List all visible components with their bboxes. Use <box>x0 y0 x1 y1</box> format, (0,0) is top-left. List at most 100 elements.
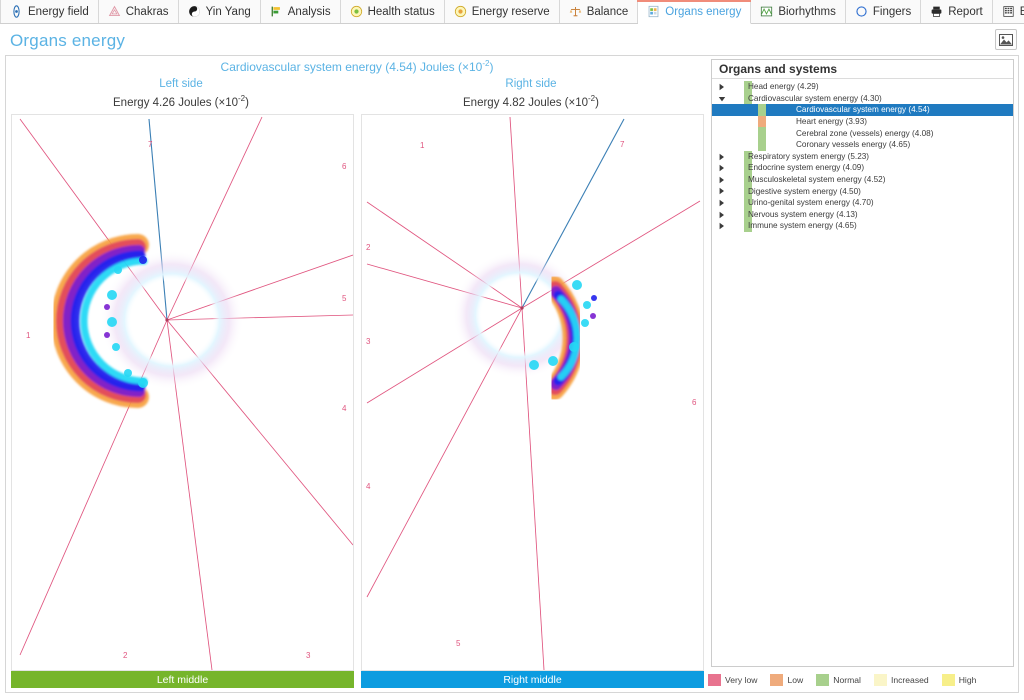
tree-row[interactable]: Heart energy (3.93) <box>712 116 1013 128</box>
tab-label: Energy field <box>28 6 89 18</box>
left-chart-panel: Left side Energy 4.26 Joules (×10-2) <box>6 78 356 692</box>
chevron-right-icon[interactable] <box>718 176 726 184</box>
tree-row-label: Cardiovascular system energy (4.30) <box>748 94 882 103</box>
balance-icon <box>569 5 582 18</box>
right-sector-numbers: 1 2 3 4 5 6 7 <box>366 140 697 648</box>
tree-row[interactable]: Cerebral zone (vessels) energy (4.08) <box>712 127 1013 139</box>
svg-text:2: 2 <box>366 243 371 252</box>
tab-chakras[interactable]: Chakras <box>99 0 179 23</box>
chevron-right-icon[interactable] <box>718 164 726 172</box>
tab-label: Balance <box>587 6 629 18</box>
tree-row[interactable]: Head energy (4.29) <box>712 81 1013 93</box>
status-color-bar <box>758 139 766 151</box>
tree-row-label: Nervous system energy (4.13) <box>748 210 858 219</box>
tab-export-to-csv[interactable]: Export to CSV <box>993 0 1024 23</box>
legend-item: Increased <box>874 674 929 686</box>
app-root: Energy field ChakrasYin Yang Analysis Healt… <box>0 0 1024 700</box>
tab-energy-reserve[interactable]: Energy reserve <box>445 0 560 23</box>
tab-label: Health status <box>368 6 435 18</box>
chevron-down-icon[interactable] <box>718 95 726 103</box>
charts-region: Cardiovascular system energy (4.54) Joul… <box>6 56 708 692</box>
legend-label: High <box>959 675 977 685</box>
biorhythms-icon <box>760 5 773 18</box>
svg-text:1: 1 <box>420 141 425 150</box>
tree-row[interactable]: Cardiovascular system energy (4.30) <box>712 93 1013 105</box>
analysis-icon <box>270 5 283 18</box>
chakras-icon <box>108 5 121 18</box>
legend-item: High <box>942 674 977 686</box>
right-sector-rays <box>367 117 700 670</box>
tree-row-label: Cerebral zone (vessels) energy (4.08) <box>796 129 933 138</box>
left-energy-suffix: ) <box>245 97 249 109</box>
tab-biorhythms[interactable]: Biorhythms <box>751 0 846 23</box>
tab-organs-energy[interactable]: Organs energy <box>638 0 751 24</box>
tree-row[interactable]: Coronary vessels energy (4.65) <box>712 139 1013 151</box>
right-energy-label: Energy 4.82 Joules (×10-2) <box>356 94 706 109</box>
right-middle-button[interactable]: Right middle <box>361 671 704 688</box>
svg-text:3: 3 <box>366 337 371 346</box>
energy-reserve-icon <box>454 5 467 18</box>
main-tab-bar: Energy field ChakrasYin Yang Analysis Healt… <box>0 0 1024 24</box>
left-energy-prefix: Energy 4.26 Joules (×10 <box>113 97 238 109</box>
organs-tree-panel: Organs and systems Head energy (4.29)Car… <box>711 59 1014 667</box>
image-icon <box>999 34 1013 46</box>
legend-swatch <box>874 674 887 686</box>
status-color-bar <box>758 104 766 116</box>
tree-row-label: Cardiovascular system energy (4.54) <box>796 105 930 114</box>
tree-row[interactable]: Nervous system energy (4.13) <box>712 209 1013 221</box>
chevron-right-icon[interactable] <box>718 83 726 91</box>
tree-row-label: Immune system energy (4.65) <box>748 221 857 230</box>
tree-row[interactable]: Urino-genital system energy (4.70) <box>712 197 1013 209</box>
right-plot-canvas[interactable]: 1 2 3 4 5 6 7 <box>361 114 704 671</box>
svg-text:6: 6 <box>342 162 347 171</box>
tree-row-label: Digestive system energy (4.50) <box>748 187 861 196</box>
tab-label: Energy reserve <box>472 6 550 18</box>
content-area: Cardiovascular system energy (4.54) Joul… <box>5 55 1019 693</box>
energy-field-icon <box>10 5 23 18</box>
tree-row[interactable]: Immune system energy (4.65) <box>712 220 1013 232</box>
tree-row[interactable]: Musculoskeletal system energy (4.52) <box>712 174 1013 186</box>
tab-label: Export to CSV <box>1020 6 1024 18</box>
yin-yang-icon <box>188 5 201 18</box>
chevron-right-icon[interactable] <box>718 211 726 219</box>
report-icon <box>930 5 943 18</box>
tab-energy-field[interactable]: Energy field <box>0 0 99 23</box>
tree-row[interactable]: Digestive system energy (4.50) <box>712 185 1013 197</box>
tree-row[interactable]: Respiratory system energy (5.23) <box>712 151 1013 163</box>
tab-yin-yang[interactable]: Yin Yang <box>179 0 261 23</box>
tab-balance[interactable]: Balance <box>560 0 639 23</box>
left-middle-button[interactable]: Left middle <box>11 671 354 688</box>
tab-analysis[interactable]: Analysis <box>261 0 341 23</box>
chevron-right-icon[interactable] <box>718 222 726 230</box>
organs-tree-title: Organs and systems <box>712 60 1013 79</box>
chart-main-title-suffix: ) <box>489 60 493 74</box>
tree-row-label: Coronary vessels energy (4.65) <box>796 140 910 149</box>
right-energy-suffix: ) <box>595 97 599 109</box>
chart-main-title: Cardiovascular system energy (4.54) Joul… <box>6 59 708 74</box>
tab-label: Fingers <box>873 6 911 18</box>
chart-main-title-prefix: Cardiovascular system energy (4.54) Joul… <box>221 60 483 74</box>
tab-report[interactable]: Report <box>921 0 993 23</box>
legend-swatch <box>816 674 829 686</box>
tab-fingers[interactable]: Fingers <box>846 0 921 23</box>
tab-health-status[interactable]: Health status <box>341 0 445 23</box>
chevron-right-icon[interactable] <box>718 187 726 195</box>
save-image-button[interactable] <box>995 29 1017 50</box>
left-plot-canvas[interactable]: 1 2 3 4 5 6 7 <box>11 114 354 671</box>
right-aura-plot: 1 2 3 4 5 6 7 <box>362 115 703 670</box>
svg-text:7: 7 <box>148 140 153 149</box>
svg-text:5: 5 <box>342 294 347 303</box>
chevron-right-icon[interactable] <box>718 199 726 207</box>
page-title: Organs energy <box>10 31 125 51</box>
svg-text:4: 4 <box>366 482 371 491</box>
tree-row[interactable]: Cardiovascular system energy (4.54) <box>712 104 1013 116</box>
tab-label: Analysis <box>288 6 331 18</box>
status-color-bar <box>758 116 766 128</box>
chevron-right-icon[interactable] <box>718 153 726 161</box>
tree-row[interactable]: Endocrine system energy (4.09) <box>712 162 1013 174</box>
svg-text:5: 5 <box>456 639 461 648</box>
status-color-bar <box>758 127 766 139</box>
svg-text:6: 6 <box>692 398 697 407</box>
tree-row-label: Endocrine system energy (4.09) <box>748 163 864 172</box>
right-plot-origin <box>520 306 523 309</box>
